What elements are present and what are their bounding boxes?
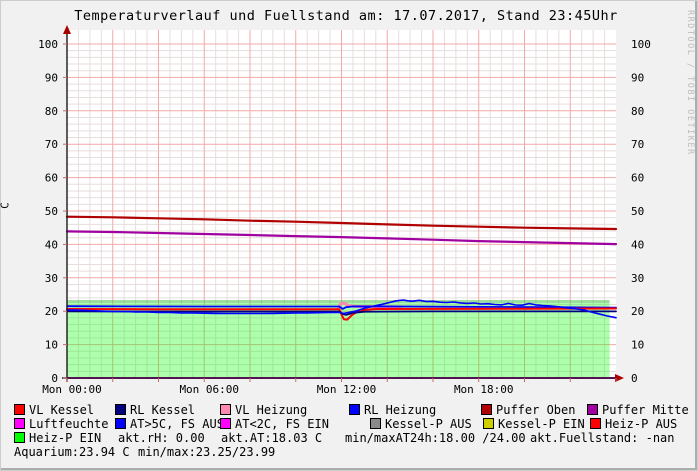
y-tick-label-right: 30	[631, 272, 644, 285]
y-tick-label-left: 30	[45, 272, 58, 285]
legend-label: RL Heizung	[364, 403, 437, 417]
legend-swatch-puffer-mitte	[587, 404, 598, 415]
legend-item-at-lt2c: AT<2C, FS EIN	[220, 418, 329, 431]
y-tick-label-left: 80	[45, 105, 58, 118]
status-text: akt.AT:18.03 C	[221, 431, 323, 445]
y-tick-label-right: 60	[631, 172, 644, 185]
y-axis-arrow	[63, 25, 71, 34]
status-text: akt.Fuellstand: -nan	[530, 431, 675, 445]
y-tick-label-right: 20	[631, 305, 644, 318]
legend-item-luftfeuchte: Luftfeuchte	[14, 418, 108, 431]
legend-item-vl-kessel: VL Kessel	[14, 404, 94, 417]
legend-item-puffer-mitte: Puffer Mitte	[587, 404, 689, 417]
chart-canvas: 0 010 1020 2030 3040 4050 5060 6070 7080 8090 9010…	[38, 25, 651, 396]
legend-swatch-heiz-p-ein	[14, 432, 25, 443]
legend-item-at-gt5c: AT>5C, FS AUS	[115, 418, 224, 431]
status-text: min/maxAT24h:18.00 /24.00	[345, 431, 526, 445]
legend-swatch-at-gt5c	[115, 418, 126, 429]
status-text: Aquarium:23.94 C	[14, 445, 130, 459]
legend-label: Heiz-P AUS	[605, 417, 678, 431]
y-tick-label-left: 20	[45, 305, 58, 318]
x-tick-label: Mon 18:00	[454, 383, 514, 396]
legend-swatch-kessel-p-ein	[483, 418, 494, 429]
y-tick-label-left: 50	[45, 205, 58, 218]
x-tick-label: Mon 12:00	[317, 383, 377, 396]
legend-item-kessel-p-ein: Kessel-P EIN	[483, 418, 585, 431]
legend-item-heiz-p-ein: Heiz-P EIN	[14, 432, 101, 445]
rrd-graph-window: Temperaturverlauf und Fuellstand am: 17.…	[0, 0, 698, 471]
legend-swatch-rl-kessel	[115, 404, 126, 415]
y-tick-label-right: 90	[631, 71, 644, 84]
legend-label: Heiz-P EIN	[29, 431, 102, 445]
legend-swatch-kessel-p-aus	[370, 418, 381, 429]
rrdtool-watermark: RRDTOOL / TOBI OETIKER	[685, 10, 695, 156]
y-tick-label-right: 0	[631, 372, 638, 385]
legend-label: AT<2C, FS EIN	[235, 417, 329, 431]
y-tick-label-left: 90	[45, 71, 58, 84]
y-tick-label-left: 10	[45, 339, 58, 352]
status-akt-fuellstand: akt.Fuellstand: -nan	[530, 432, 675, 445]
y-tick-label-left: 70	[45, 138, 58, 151]
legend-label: RL Kessel	[130, 403, 196, 417]
legend-swatch-heiz-p-aus	[590, 418, 601, 429]
status-minmax-at24h: min/maxAT24h:18.00 /24.00	[345, 432, 526, 445]
y-tick-label-left: 40	[45, 238, 58, 251]
legend-item-vl-heizung: VL Heizung	[220, 404, 307, 417]
legend-label: Kessel-P AUS	[385, 417, 472, 431]
legend-swatch-vl-heizung	[220, 404, 231, 415]
legend-label: VL Kessel	[29, 403, 95, 417]
legend-label: Puffer Oben	[496, 403, 576, 417]
legend-swatch-luftfeuchte	[14, 418, 25, 429]
legend-swatch-rl-heizung	[349, 404, 360, 415]
legend-label: Puffer Mitte	[602, 403, 689, 417]
legend-item-kessel-p-aus: Kessel-P AUS	[370, 418, 472, 431]
x-tick-label: Mon 06:00	[179, 383, 239, 396]
legend-swatch-at-lt2c	[220, 418, 231, 429]
y-tick-label-left: 60	[45, 172, 58, 185]
area-kessel-p-aus	[67, 300, 610, 304]
legend-item-rl-heizung: RL Heizung	[349, 404, 436, 417]
y-tick-label-right: 10	[631, 339, 644, 352]
y-tick-label-right: 100	[631, 38, 651, 51]
legend-label: AT>5C, FS AUS	[130, 417, 224, 431]
legend-item-rl-kessel: RL Kessel	[115, 404, 195, 417]
legend-item-puffer-oben: Puffer Oben	[481, 404, 575, 417]
status-text: akt.rH: 0.00	[118, 431, 205, 445]
y-tick-label-right: 50	[631, 205, 644, 218]
status-text: min/max:23.25/23.99	[138, 445, 276, 459]
legend-label: Luftfeuchte	[29, 417, 109, 431]
status-akt-rh: akt.rH: 0.00	[118, 432, 205, 445]
x-tick-label: Mon 00:00	[42, 383, 102, 396]
legend-item-heiz-p-aus: Heiz-P AUS	[590, 418, 677, 431]
y-tick-label-right: 70	[631, 138, 644, 151]
y-tick-label-left: 100	[38, 38, 58, 51]
status-aquarium-minmax: min/max:23.25/23.99	[138, 446, 275, 459]
legend-swatch-puffer-oben	[481, 404, 492, 415]
legend-label: VL Heizung	[235, 403, 308, 417]
legend-swatch-vl-kessel	[14, 404, 25, 415]
y-tick-label-right: 40	[631, 238, 644, 251]
y-tick-label-right: 80	[631, 105, 644, 118]
status-aquarium: Aquarium:23.94 C	[14, 446, 130, 459]
status-akt-at: akt.AT:18.03 C	[221, 432, 322, 445]
legend-label: Kessel-P EIN	[498, 417, 585, 431]
